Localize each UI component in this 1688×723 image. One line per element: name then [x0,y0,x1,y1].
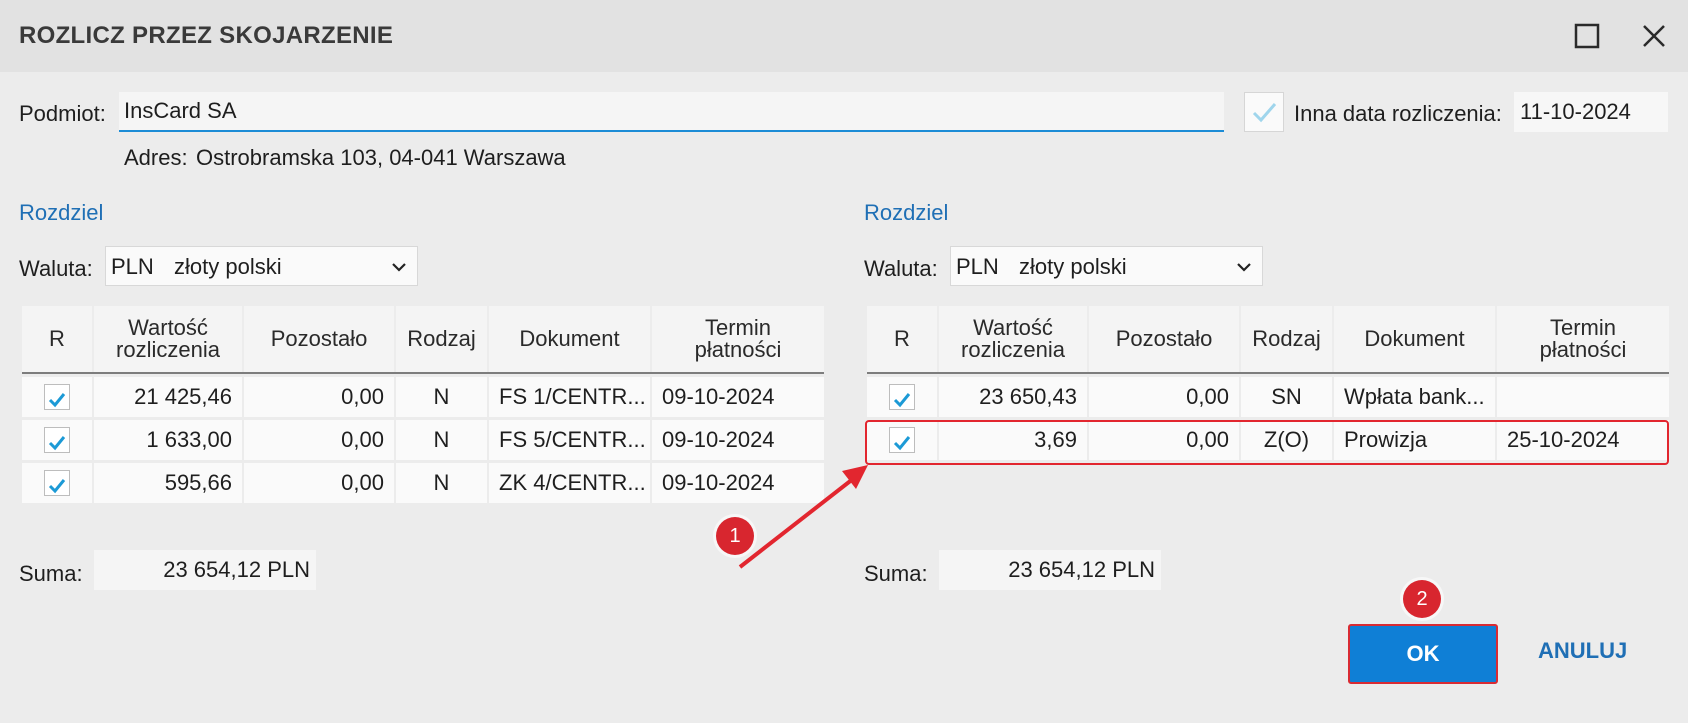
ok-button[interactable]: OK [1348,624,1498,684]
table-row [22,683,24,723]
col-header-wartosc-text: Wartość rozliczenia [116,315,220,362]
row-checkbox-cell [22,420,94,460]
col-header-pozostalo[interactable]: Pozostało [244,306,396,372]
left-waluta-label: Waluta: [19,256,93,281]
cell-pozostalo[interactable]: 0,00 [244,420,396,460]
podmiot-input[interactable]: InsCard SA [119,92,1224,132]
row-checkbox[interactable] [44,470,70,496]
inna-data-date-field[interactable]: 11-10-2024 [1514,92,1668,132]
row-checkbox-cell [867,377,939,417]
cell-wartosc[interactable]: 23 650,43 [939,377,1089,417]
dialog-title: ROZLICZ PRZEZ SKOJARZENIE [19,22,394,49]
right-currency-code: PLN [956,254,999,279]
annotation-arrow [738,465,868,569]
col-header-rodzaj[interactable]: Rodzaj [1241,306,1334,372]
col-header-wartosc[interactable]: Wartość rozliczenia [94,306,244,372]
adres-label: Adres: [124,145,188,170]
cell-termin[interactable] [1497,377,1669,417]
col-header-wartosc[interactable]: Wartość rozliczenia [939,306,1089,372]
col-header-wartosc-text: Wartość rozliczenia [961,315,1065,362]
col-header-r[interactable]: R [22,306,94,372]
check-icon [1252,103,1277,123]
adres-value: Ostrobramska 103, 04-041 Warszawa [196,145,566,170]
right-currency-name: złoty polski [1019,254,1127,279]
left-suma-label: Suma: [19,561,83,586]
inna-data-checkbox[interactable] [1244,92,1284,132]
col-header-r[interactable]: R [867,306,939,372]
left-rozdziel-link[interactable]: Rozdziel [19,200,103,226]
cell-pozostalo[interactable]: 0,00 [1089,377,1241,417]
cell-wartosc[interactable]: 1 633,00 [94,420,244,460]
row-checkbox-cell [22,463,94,503]
header-divider [22,372,824,374]
check-icon [48,479,66,494]
right-waluta-label: Waluta: [864,256,938,281]
row-checkbox[interactable] [44,427,70,453]
annotation-badge-1: 1 [716,517,754,555]
cell-rodzaj[interactable]: SN [1241,377,1334,417]
cell-wartosc[interactable]: 21 425,46 [94,377,244,417]
annotation-badge-2: 2 [1403,580,1441,618]
cell-pozostalo[interactable]: 0,00 [244,377,396,417]
close-icon[interactable] [1636,18,1672,54]
podmiot-label: Podmiot: [19,101,106,126]
maximize-icon[interactable] [1569,18,1605,54]
row-checkbox[interactable] [44,384,70,410]
col-header-pozostalo[interactable]: Pozostało [1089,306,1241,372]
cell-pozostalo[interactable]: 0,00 [244,463,396,503]
check-icon [893,393,911,408]
title-bar: ROZLICZ PRZEZ SKOJARZENIE [0,0,1688,72]
cell-wartosc[interactable]: 595,66 [94,463,244,503]
cell-dokument[interactable]: FS 1/CENTR... [489,377,652,417]
cell-rodzaj[interactable]: N [396,463,489,503]
highlight-box [865,420,1669,465]
cancel-button[interactable]: ANULUJ [1538,638,1627,664]
left-currency-code: PLN [111,254,154,279]
col-header-termin-text: Termin płatności [694,315,782,362]
col-header-termin[interactable]: Termin płatności [1497,306,1669,372]
check-icon [48,393,66,408]
chevron-down-icon [1237,263,1251,272]
col-header-rodzaj[interactable]: Rodzaj [396,306,489,372]
col-header-dokument[interactable]: Dokument [1334,306,1497,372]
left-currency-select[interactable]: PLN złoty polski [105,246,418,286]
row-checkbox[interactable] [889,384,915,410]
col-header-termin-text: Termin płatności [1539,315,1627,362]
cell-rodzaj[interactable]: N [396,377,489,417]
right-suma-value: 23 654,12 PLN [939,550,1161,590]
right-currency-select[interactable]: PLN złoty polski [950,246,1263,286]
cell-termin[interactable]: 09-10-2024 [652,420,824,460]
cell-dokument[interactable]: FS 5/CENTR... [489,420,652,460]
check-icon [48,436,66,451]
cell-termin[interactable]: 09-10-2024 [652,377,824,417]
col-header-dokument[interactable]: Dokument [489,306,652,372]
cell-dokument[interactable]: Wpłata bank... [1334,377,1497,417]
header-divider [867,372,1669,374]
right-rozdziel-link[interactable]: Rozdziel [864,200,948,226]
cell-rodzaj[interactable]: N [396,420,489,460]
cell-dokument[interactable]: ZK 4/CENTR... [489,463,652,503]
chevron-down-icon [392,263,406,272]
left-suma-value: 23 654,12 PLN [94,550,316,590]
left-currency-name: złoty polski [174,254,282,279]
inna-data-label: Inna data rozliczenia: [1294,101,1502,126]
col-header-termin[interactable]: Termin płatności [652,306,824,372]
left-table: R Wartość rozliczenia Pozostało Rodzaj D… [22,306,824,723]
row-checkbox-cell [22,377,94,417]
